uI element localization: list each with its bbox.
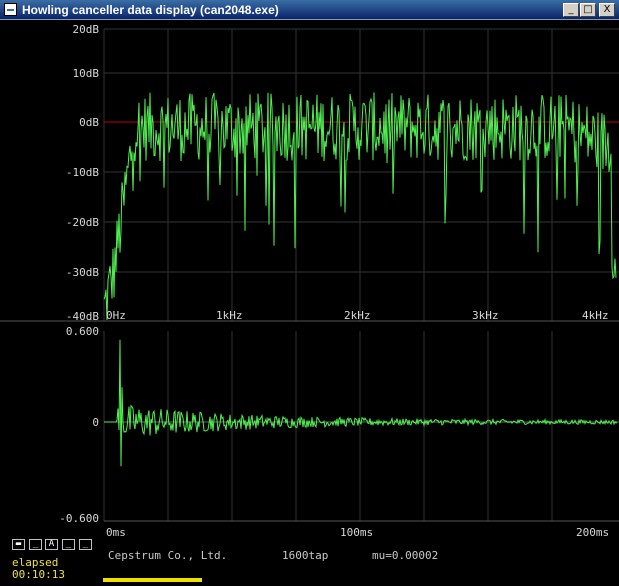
impulse-grid <box>103 331 619 522</box>
elapsed-time: 00:10:13 <box>12 568 65 581</box>
spectrum-y-label-0db: 0dB <box>79 116 99 129</box>
spectrum-y-label-20db: 20dB <box>73 23 100 36</box>
impulse-x-label-100ms: 100ms <box>340 526 373 539</box>
progress-bar <box>103 578 202 582</box>
indicator-1[interactable]: ▬ <box>12 539 25 550</box>
tap-count: 1600tap <box>282 549 329 562</box>
indicator-3[interactable]: A <box>45 539 58 550</box>
impulse-x-label-0ms: 0ms <box>106 526 126 539</box>
company-name: Cepstrum Co., Ltd. <box>108 549 228 562</box>
mu-value: mu=0.00002 <box>372 549 439 562</box>
spectrum-x-label-0hz: 0Hz <box>106 309 126 322</box>
spectrum-y-label-minus40db: -40dB <box>66 310 99 323</box>
indicator-4[interactable]: _ <box>62 539 75 550</box>
spectrum-x-label-3khz: 3kHz <box>472 309 499 322</box>
impulse-y-label-top: 0.600 <box>66 325 99 338</box>
spectrum-y-label-minus10db: -10dB <box>66 166 99 179</box>
plot-canvas: 20dB 10dB 0dB -10dB -20dB -30dB -40dB 0H… <box>0 23 619 539</box>
spectrum-x-label-2khz: 2kHz <box>344 309 371 322</box>
spectrum-x-label-1khz: 1kHz <box>216 309 243 322</box>
impulse-x-label-200ms: 200ms <box>576 526 609 539</box>
spectrum-y-label-minus20db: -20dB <box>66 216 99 229</box>
spectrum-x-label-4khz: 4kHz <box>582 309 609 322</box>
impulse-y-label-bottom: -0.600 <box>59 512 99 525</box>
impulse-y-label-zero: 0 <box>92 416 99 429</box>
indicator-2[interactable]: _ <box>29 539 42 550</box>
spectrum-y-label-minus30db: -30dB <box>66 266 99 279</box>
spectrum-y-label-10db: 10dB <box>73 67 100 80</box>
indicator-5[interactable]: _ <box>79 539 92 550</box>
